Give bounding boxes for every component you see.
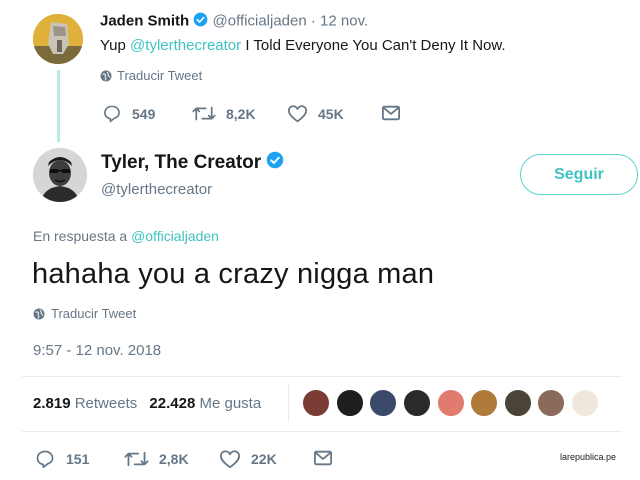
- likes-stat[interactable]: 22.428 Me gusta: [149, 395, 261, 412]
- stats-vertical-divider: [288, 384, 289, 422]
- parent-date[interactable]: · 12 nov.: [311, 12, 368, 29]
- main-author: Tyler, The Creator: [101, 151, 284, 175]
- main-retweet-action[interactable]: 2,8K: [124, 449, 189, 469]
- parent-translate-label: Traducir Tweet: [117, 68, 203, 83]
- engagement-stats: 2.819 Retweets 22.428 Me gusta: [33, 395, 261, 412]
- parent-translate-link[interactable]: Traducir Tweet: [100, 68, 202, 83]
- main-reply-count: 151: [66, 451, 90, 467]
- heart-icon: [288, 105, 307, 123]
- jaden-avatar-image: [33, 14, 83, 64]
- main-like-count: 22K: [251, 451, 277, 467]
- liker-avatar[interactable]: [437, 389, 465, 417]
- envelope-icon: [382, 105, 400, 121]
- retweets-total: 2.819: [33, 395, 71, 412]
- retweets-label: Retweets: [74, 395, 138, 412]
- parent-handle[interactable]: @officialjaden: [213, 12, 307, 29]
- liker-avatar[interactable]: [537, 389, 565, 417]
- parent-dm-action[interactable]: [381, 104, 411, 122]
- reply-icon: [104, 105, 120, 123]
- liker-avatar[interactable]: [336, 389, 364, 417]
- liker-avatar[interactable]: [504, 389, 532, 417]
- parent-reply-count: 549: [132, 105, 156, 122]
- main-timestamp[interactable]: 9:57 - 12 nov. 2018: [33, 342, 161, 359]
- tyler-avatar[interactable]: [33, 148, 87, 202]
- stats-bottom-divider: [22, 431, 622, 432]
- likes-label: Me gusta: [199, 395, 262, 412]
- parent-like-count: 45K: [318, 105, 344, 122]
- parent-like-action[interactable]: 45K: [287, 104, 344, 123]
- verified-badge-icon: [193, 12, 208, 31]
- follow-button[interactable]: Seguir: [520, 154, 638, 195]
- main-retweet-count: 2,8K: [159, 451, 189, 467]
- liker-avatar[interactable]: [369, 389, 397, 417]
- reply-icon: [36, 450, 54, 469]
- watermark: larepublica.pe: [560, 452, 617, 462]
- main-translate-label: Traducir Tweet: [51, 306, 137, 321]
- tyler-avatar-image: [33, 148, 87, 202]
- parent-text-suffix: I Told Everyone You Can't Deny It Now.: [245, 37, 506, 54]
- reply-context: En respuesta a @officialjaden: [33, 228, 219, 244]
- verified-badge-icon: [266, 151, 284, 175]
- envelope-icon: [314, 450, 332, 466]
- main-handle[interactable]: @tylerthecreator: [101, 181, 212, 198]
- reply-to-prefix: En respuesta a: [33, 228, 128, 244]
- parent-author-name[interactable]: Jaden Smith: [100, 12, 189, 29]
- liker-avatar[interactable]: [571, 389, 599, 417]
- retweet-icon: [192, 106, 216, 121]
- jaden-avatar[interactable]: [33, 14, 83, 64]
- main-dm-action[interactable]: [313, 449, 343, 467]
- main-author-name[interactable]: Tyler, The Creator: [101, 152, 261, 173]
- liker-avatar[interactable]: [403, 389, 431, 417]
- main-reply-action[interactable]: 151: [34, 449, 89, 469]
- retweets-stat[interactable]: 2.819 Retweets: [33, 395, 141, 412]
- main-translate-link[interactable]: Traducir Tweet: [33, 306, 136, 321]
- globe-icon: [100, 70, 112, 82]
- parent-retweet-count: 8,2K: [226, 105, 256, 122]
- reply-to-handle-link[interactable]: @officialjaden: [131, 228, 219, 244]
- liker-avatar[interactable]: [470, 389, 498, 417]
- likes-total: 22.428: [149, 395, 196, 412]
- retweet-icon: [124, 451, 149, 467]
- thread-connector-line: [57, 70, 60, 142]
- stats-top-divider: [22, 376, 622, 377]
- parent-mention-link[interactable]: @tylerthecreator: [130, 37, 241, 54]
- globe-icon: [33, 308, 45, 320]
- parent-retweet-action[interactable]: 8,2K: [192, 104, 256, 123]
- parent-tweet-text: Yup @tylerthecreator I Told Everyone You…: [100, 37, 506, 54]
- main-like-action[interactable]: 22K: [219, 449, 277, 469]
- heart-icon: [220, 450, 240, 469]
- main-tweet-text: hahaha you a crazy nigga man: [32, 258, 435, 290]
- parent-tweet-header: Jaden Smith @officialjaden · 12 nov.: [100, 12, 368, 31]
- parent-text-prefix: Yup: [100, 37, 126, 54]
- liker-avatar[interactable]: [302, 389, 330, 417]
- parent-reply-action[interactable]: 549: [102, 104, 155, 123]
